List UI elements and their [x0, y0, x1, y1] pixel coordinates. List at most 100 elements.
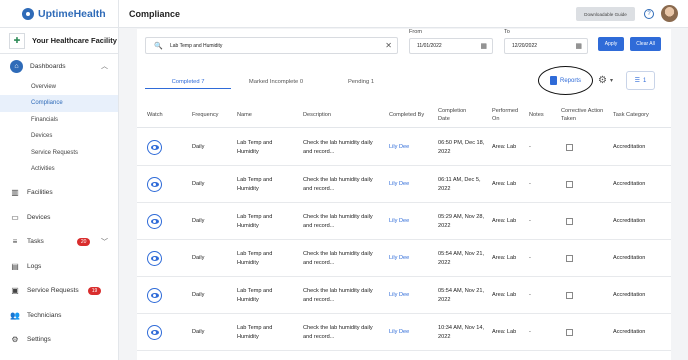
sidebar-item-service-requests[interactable]: ▣ Service Requests 19 — [0, 279, 118, 304]
table-row[interactable]: Daily Lab Temp and Humidity Check the lab … — [137, 277, 671, 314]
cell-completed-by[interactable]: Lily Dee — [389, 314, 429, 351]
table-header: Watch Frequency Name Description Complet… — [137, 102, 671, 128]
cell-completed-by[interactable]: Lily Dee — [389, 240, 429, 277]
sidebar-item-devices[interactable]: ▭ Devices — [0, 205, 118, 230]
col-corrective-action[interactable]: Corrective Action Taken — [561, 105, 609, 125]
avatar[interactable] — [661, 5, 678, 22]
home-icon: ⌂ — [10, 59, 23, 73]
calendar-icon[interactable]: ▦ — [480, 42, 487, 50]
corrective-action-checkbox[interactable] — [566, 329, 573, 336]
reports-label: Reports — [559, 77, 581, 84]
col-frequency[interactable]: Frequency — [192, 105, 232, 125]
sidebar-item-label: Logs — [27, 262, 42, 270]
cell-completed-by[interactable]: Lily Dee — [389, 277, 429, 314]
cell-frequency: Daily — [192, 292, 205, 298]
sidebar-subitem-devices[interactable]: Devices — [0, 128, 118, 145]
sidebar-item-tasks[interactable]: ≡ Tasks 20 ﹀ — [0, 230, 118, 255]
watch-eye-icon[interactable] — [147, 214, 162, 229]
tasks-count-badge: 20 — [76, 237, 91, 246]
sidebar-subitem-compliance[interactable]: Compliance — [0, 95, 118, 112]
col-notes[interactable]: Notes — [529, 105, 559, 125]
table-row[interactable]: Daily Lab Temp and Humidity Check the lab … — [137, 166, 671, 203]
table-row[interactable]: Daily Lab Temp and Humidity Check the lab … — [137, 240, 671, 277]
sidebar-item-dashboards[interactable]: ⌂ Dashboards ︿ — [0, 54, 118, 79]
clear-all-button[interactable]: Clear All — [630, 37, 661, 51]
to-label: To — [504, 29, 510, 35]
cell-completed-by[interactable]: Lily Dee — [389, 166, 429, 203]
to-date-field[interactable]: 12/20/2022 ▦ — [504, 38, 588, 54]
search-input[interactable]: 🔍 Lab Temp and Humidity ✕ — [145, 37, 398, 54]
downloadable-guide-button[interactable]: Downloadable Guide — [576, 7, 635, 21]
table-row[interactable]: Daily Lab Temp and Humidity Check the lab … — [137, 129, 671, 166]
col-completion-date[interactable]: Completion Date — [438, 105, 478, 125]
search-icon: 🔍 — [154, 42, 163, 50]
sidebar-item-label: Devices — [27, 213, 51, 221]
cell-completed-by[interactable]: Lily Dee — [389, 129, 429, 166]
filter-button[interactable]: ☰ 1 — [626, 71, 655, 90]
brand[interactable]: UptimeHealth — [0, 0, 118, 28]
tab-pending[interactable]: Pending 1 — [337, 75, 385, 89]
cell-task-category: Accreditation — [613, 181, 646, 187]
sidebar-subitem-activities[interactable]: Activities — [0, 161, 118, 178]
corrective-action-checkbox[interactable] — [566, 218, 573, 225]
table-row[interactable]: Daily Lab Temp and Humidity Check the lab … — [137, 314, 671, 351]
cell-description: Check the lab humidity daily and record.… — [303, 213, 373, 229]
cell-completion-date: 10:34 AM, Nov 14, 2022 — [438, 324, 485, 340]
sidebar-subitem-overview[interactable]: Overview — [0, 79, 118, 96]
chevron-up-icon[interactable]: ︿ — [101, 61, 108, 71]
cell-performed-on: Area: Lab — [492, 329, 517, 335]
cell-notes: - — [529, 144, 531, 150]
watch-eye-icon[interactable] — [147, 251, 162, 266]
cell-frequency: Daily — [192, 255, 205, 261]
table-row[interactable]: Daily Lab Temp and Humidity Check the lab … — [137, 203, 671, 240]
caret-down-icon[interactable]: ▾ — [610, 77, 613, 84]
cell-frequency: Daily — [192, 181, 205, 187]
cell-description: Check the lab humidity daily and record.… — [303, 176, 373, 192]
cell-notes: - — [529, 255, 531, 261]
watch-eye-icon[interactable] — [147, 177, 162, 192]
sidebar-subitem-financials[interactable]: Financials — [0, 112, 118, 129]
corrective-action-checkbox[interactable] — [566, 292, 573, 299]
cell-completed-by[interactable]: Lily Dee — [389, 203, 429, 240]
facility-logo-icon: ✚ — [9, 32, 25, 49]
cell-description: Check the lab humidity daily and record.… — [303, 139, 373, 155]
cell-completion-date: 06:11 AM, Dec 5, 2022 — [438, 176, 481, 192]
calendar-icon[interactable]: ▦ — [575, 42, 582, 50]
cell-name: Lab Temp and Humidity — [237, 213, 273, 229]
watch-eye-icon[interactable] — [147, 288, 162, 303]
col-completed-by[interactable]: Completed By — [389, 105, 425, 125]
col-performed-on[interactable]: Performed On — [492, 105, 524, 125]
cell-name: Lab Temp and Humidity — [237, 287, 273, 303]
eye-icon — [150, 293, 159, 298]
corrective-action-checkbox[interactable] — [566, 181, 573, 188]
col-description[interactable]: Description — [303, 105, 363, 125]
apply-button[interactable]: Apply — [598, 37, 624, 51]
gear-icon[interactable]: ⚙ — [598, 75, 607, 86]
col-task-category[interactable]: Task Category — [613, 105, 653, 125]
reports-button[interactable]: Reports — [538, 66, 593, 95]
tab-marked-incomplete[interactable]: Marked Incomplete 0 — [240, 75, 312, 89]
col-name[interactable]: Name — [237, 105, 277, 125]
watch-eye-icon[interactable] — [147, 140, 162, 155]
watch-eye-icon[interactable] — [147, 325, 162, 340]
sidebar-item-facilities[interactable]: ▥ Facilities — [0, 181, 118, 206]
filter-icon: ☰ — [634, 78, 641, 84]
cell-task-category: Accreditation — [613, 218, 646, 224]
sidebar-subitem-service-requests[interactable]: Service Requests — [0, 145, 118, 162]
monitor-icon: ▭ — [11, 212, 19, 222]
close-icon[interactable]: ✕ — [385, 41, 392, 50]
sidebar-item-technicians[interactable]: 👥 Technicians — [0, 303, 118, 328]
corrective-action-checkbox[interactable] — [566, 144, 573, 151]
facility-selector[interactable]: ✚ Your Healthcare Facility — [0, 28, 118, 54]
cell-name: Lab Temp and Humidity — [237, 139, 273, 155]
sidebar-item-logs[interactable]: ▤ Logs — [0, 254, 118, 279]
corrective-action-checkbox[interactable] — [566, 255, 573, 262]
chevron-down-icon[interactable]: ﹀ — [101, 237, 108, 247]
help-icon[interactable]: ? — [644, 9, 654, 19]
cell-frequency: Daily — [192, 144, 205, 150]
tab-completed[interactable]: Completed 7 — [145, 75, 231, 89]
from-date-field[interactable]: 11/01/2022 ▦ — [409, 38, 493, 54]
people-icon: 👥 — [10, 310, 20, 320]
col-watch[interactable]: Watch — [147, 105, 177, 125]
sidebar-item-settings[interactable]: ⚙ Settings — [0, 328, 118, 353]
